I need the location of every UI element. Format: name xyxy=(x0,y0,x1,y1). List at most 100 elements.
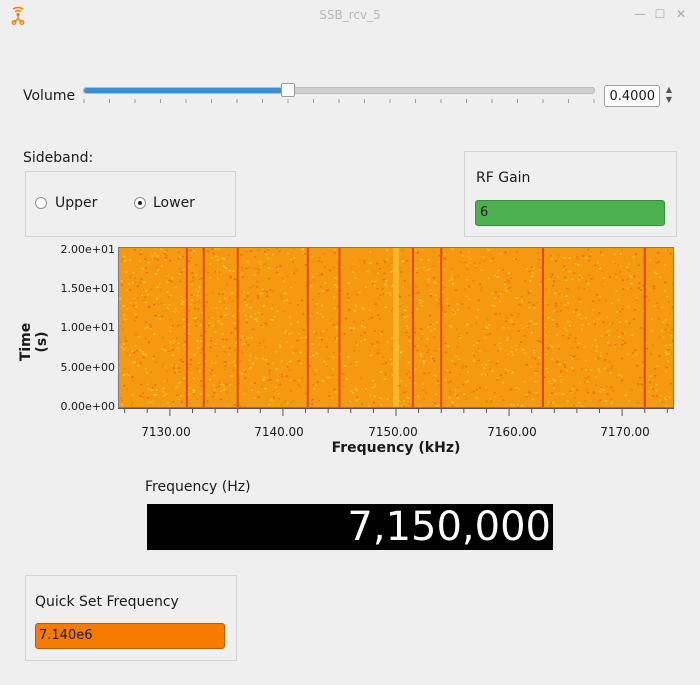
waterfall-speckle xyxy=(355,341,357,344)
waterfall-speckle xyxy=(605,316,608,318)
waterfall-speckle xyxy=(478,262,481,264)
waterfall-speckle xyxy=(468,298,471,300)
waterfall-speckle xyxy=(615,290,618,292)
waterfall-speckle xyxy=(272,304,274,306)
waterfall-speckle xyxy=(246,336,249,339)
waterfall-speckle xyxy=(406,325,408,327)
waterfall-speckle xyxy=(238,371,241,373)
waterfall-speckle xyxy=(510,319,513,321)
waterfall-speckle xyxy=(166,307,169,309)
waterfall-speckle xyxy=(120,399,123,402)
waterfall-speckle xyxy=(489,260,492,262)
maximize-icon[interactable]: ☐ xyxy=(653,7,667,21)
waterfall-speckle xyxy=(495,362,498,365)
waterfall-speckle xyxy=(655,272,658,275)
waterfall-speckle xyxy=(336,337,339,340)
waterfall-speckle xyxy=(655,302,658,304)
radio-upper-label[interactable]: Upper xyxy=(55,195,97,211)
rf-gain-field[interactable]: 6 xyxy=(475,200,665,226)
waterfall-speckle xyxy=(611,302,614,305)
spin-up-icon[interactable]: ▲ xyxy=(662,85,676,95)
waterfall-speckle xyxy=(566,400,569,402)
waterfall-speckle xyxy=(672,283,673,285)
volume-slider[interactable] xyxy=(83,87,595,94)
waterfall-speckle xyxy=(621,375,624,377)
waterfall-speckle xyxy=(373,383,376,385)
waterfall-speckle xyxy=(499,300,502,303)
waterfall-speckle xyxy=(232,315,235,317)
radio-upper[interactable] xyxy=(35,197,47,209)
waterfall-speckle xyxy=(211,361,213,364)
waterfall-speckle xyxy=(199,351,202,354)
waterfall-speckle xyxy=(553,384,556,387)
waterfall-speckle xyxy=(665,398,668,401)
waterfall-plot[interactable] xyxy=(118,247,674,408)
waterfall-speckle xyxy=(585,317,588,319)
close-icon[interactable]: ✕ xyxy=(674,7,688,21)
waterfall-speckle xyxy=(245,267,248,270)
waterfall-speckle xyxy=(557,345,560,347)
waterfall-speckle xyxy=(120,280,123,282)
waterfall-speckle xyxy=(446,298,449,300)
quick-set-field[interactable]: 7.140e6 xyxy=(35,623,225,649)
waterfall-speckle xyxy=(121,403,124,406)
waterfall-speckle xyxy=(539,341,542,343)
waterfall-speckle xyxy=(606,352,609,355)
waterfall-speckle xyxy=(423,266,425,269)
waterfall-speckle xyxy=(150,389,153,391)
waterfall-speckle xyxy=(665,318,667,321)
waterfall-speckle xyxy=(262,357,265,360)
waterfall-speckle xyxy=(663,290,666,292)
waterfall-speckle xyxy=(144,301,147,304)
waterfall-speckle xyxy=(333,252,336,254)
waterfall-speckle xyxy=(614,273,617,275)
waterfall-speckle xyxy=(475,388,478,391)
waterfall-speckle xyxy=(656,306,659,309)
waterfall-speckle xyxy=(295,269,298,271)
waterfall-speckle xyxy=(578,402,581,404)
waterfall-speckle xyxy=(444,325,447,328)
waterfall-speckle xyxy=(160,302,163,305)
spin-down-icon[interactable]: ▼ xyxy=(662,95,676,105)
waterfall-speckle xyxy=(450,326,453,329)
waterfall-speckle xyxy=(239,339,242,341)
waterfall-speckle xyxy=(187,332,190,335)
waterfall-speckle xyxy=(300,362,303,365)
waterfall-speckle xyxy=(571,367,574,369)
waterfall-speckle xyxy=(577,264,580,266)
waterfall-speckle xyxy=(312,330,315,333)
waterfall-speckle xyxy=(477,299,480,302)
waterfall-speckle xyxy=(326,289,329,292)
volume-slider-handle[interactable] xyxy=(281,83,295,97)
waterfall-speckle xyxy=(408,336,411,338)
waterfall-speckle xyxy=(179,359,182,361)
volume-spinbox[interactable]: 0.4000 xyxy=(604,85,660,107)
waterfall-speckle xyxy=(361,325,364,328)
waterfall-speckle xyxy=(275,350,278,353)
waterfall-speckle xyxy=(135,316,138,319)
waterfall-speckle xyxy=(482,328,485,331)
waterfall-speckle xyxy=(189,303,192,306)
waterfall-speckle xyxy=(627,306,630,308)
waterfall-speckle xyxy=(286,341,288,343)
waterfall-speckle xyxy=(664,328,667,331)
waterfall-speckle xyxy=(620,357,623,360)
waterfall-speckle xyxy=(522,348,525,351)
radio-lower[interactable] xyxy=(134,197,146,209)
waterfall-speckle xyxy=(172,367,175,369)
waterfall-speckle xyxy=(482,330,485,332)
minimize-icon[interactable]: — xyxy=(633,7,647,21)
waterfall-speckle xyxy=(225,307,228,310)
waterfall-speckle xyxy=(153,355,155,357)
waterfall-speckle xyxy=(488,324,491,326)
waterfall-speckle xyxy=(261,346,264,348)
waterfall-speckle xyxy=(378,318,381,320)
waterfall-speckle xyxy=(259,261,262,263)
waterfall-speckle xyxy=(347,282,350,284)
waterfall-speckle xyxy=(121,346,123,348)
volume-spinbox-arrows[interactable]: ▲ ▼ xyxy=(662,85,676,107)
waterfall-speckle xyxy=(420,355,423,357)
waterfall-speckle xyxy=(257,249,260,252)
radio-lower-label[interactable]: Lower xyxy=(153,195,195,211)
waterfall-speckle xyxy=(427,259,430,261)
